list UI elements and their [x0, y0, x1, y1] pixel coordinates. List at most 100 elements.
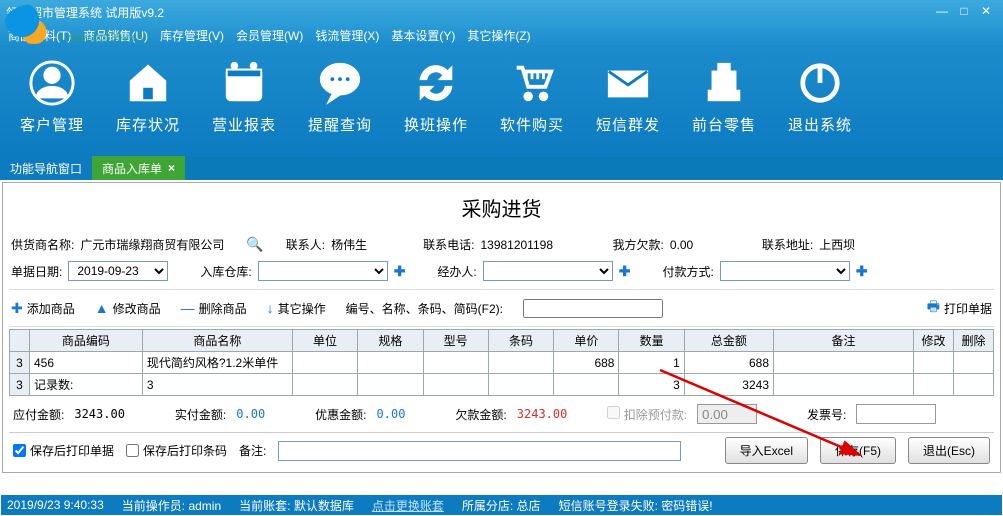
binoculars-icon[interactable]: 🔍: [246, 236, 263, 253]
status-branch: 所属分店: 总店: [462, 497, 541, 514]
owe-value: 3243.00: [517, 407, 568, 421]
invoice-input[interactable]: [856, 404, 936, 424]
user-icon: [27, 58, 77, 108]
remark-label: 备注:: [239, 442, 266, 459]
menubar: 商品资料(T) 商品销售(U) 库存管理(V) 会员管理(W) 钱流管理(X) …: [0, 24, 1003, 46]
menu-member[interactable]: 会员管理(W): [236, 27, 303, 44]
maximize-button[interactable]: □: [953, 4, 975, 20]
col-model[interactable]: 型号: [423, 330, 488, 352]
window-title: 领智超市管理系统 试用版v9.2: [6, 4, 931, 21]
menu-settings[interactable]: 基本设置(Y): [391, 27, 455, 44]
import-excel-button[interactable]: 导入Excel: [725, 437, 808, 464]
triangle-up-icon: ▲: [95, 300, 109, 316]
prepay-checkbox[interactable]: 扣除预付款:: [607, 406, 687, 423]
toolbar-exit[interactable]: 退出系统: [776, 58, 864, 148]
disc-label: 优惠金额:: [315, 406, 366, 423]
addr-value: 上西坝: [819, 236, 855, 253]
toolbar-stock[interactable]: 库存状况: [104, 58, 192, 148]
close-tab-icon[interactable]: ×: [168, 161, 175, 175]
paid-value[interactable]: 0.00: [236, 407, 265, 421]
col-qty[interactable]: 数量: [619, 330, 684, 352]
date-label: 单据日期:: [11, 263, 62, 280]
edit-product-button[interactable]: ▲修改商品: [95, 300, 161, 317]
col-price[interactable]: 单价: [554, 330, 619, 352]
minimize-button[interactable]: —: [931, 4, 953, 20]
col-remark[interactable]: 备注: [774, 330, 914, 352]
close-button[interactable]: ✕: [975, 4, 997, 20]
titlebar: 领智超市管理系统 试用版v9.2 — □ ✕: [0, 0, 1003, 24]
print-bill-button[interactable]: 🖶打印单据: [927, 296, 992, 320]
del-product-button[interactable]: —删除商品: [181, 300, 247, 317]
toolbar-report[interactable]: 营业报表: [200, 58, 288, 148]
toolbar-buy[interactable]: 软件购买: [488, 58, 576, 148]
footer-row: 保存后打印单据 保存后打印条码 备注: 导入Excel 保存(F5) 退出(Es…: [9, 432, 994, 468]
search-input[interactable]: [523, 299, 663, 318]
owe-label: 欠款金额:: [455, 406, 506, 423]
cb-print-barcode[interactable]: 保存后打印条码: [126, 442, 227, 459]
tab-inbound[interactable]: 商品入库单×: [92, 156, 185, 180]
col-amt[interactable]: 总金额: [684, 330, 773, 352]
calendar-icon: [219, 58, 269, 108]
toolbar-remind[interactable]: 提醒查询: [296, 58, 384, 148]
table-row[interactable]: 3 456 现代简约风格?1.2米单件 688 1 688: [10, 352, 994, 374]
exit-button[interactable]: 退出(Esc): [908, 437, 990, 464]
remark-input[interactable]: [278, 441, 680, 461]
supplier-label: 供货商名称:: [11, 236, 74, 253]
house-icon: [123, 58, 173, 108]
col-barcode[interactable]: 条码: [488, 330, 553, 352]
contact-label: 联系人:: [286, 236, 325, 253]
search-label: 编号、名称、条码、简码(F2):: [346, 300, 503, 317]
payway-select[interactable]: [720, 261, 850, 281]
col-unit[interactable]: 单位: [292, 330, 357, 352]
toolbar-pos[interactable]: 前台零售: [680, 58, 768, 148]
save-button[interactable]: 保存(F5): [820, 437, 896, 464]
arrow-down-icon: ↓: [267, 300, 274, 316]
tab-bar: 功能导航窗口 商品入库单×: [0, 156, 1003, 180]
contact-value: 杨伟生: [331, 236, 391, 253]
toolbar-customer[interactable]: 客户管理: [8, 58, 96, 148]
invoice-label: 发票号:: [807, 406, 846, 423]
amounts-row: 应付金额: 3243.00 实付金额: 0.00 优惠金额: 0.00 欠款金额…: [9, 396, 994, 432]
handler-add-icon[interactable]: ✚: [619, 263, 631, 280]
tab-nav[interactable]: 功能导航窗口: [0, 156, 92, 180]
due-value: 3243.00: [74, 407, 125, 421]
cart-icon: [507, 58, 557, 108]
status-operator: 当前操作员: admin: [122, 497, 221, 514]
chat-icon: [315, 58, 365, 108]
other-op-button[interactable]: ↓其它操作: [267, 300, 326, 317]
payway-add-icon[interactable]: ✚: [856, 263, 868, 280]
disc-value[interactable]: 0.00: [377, 407, 406, 421]
phone-label: 联系电话:: [423, 236, 474, 253]
status-sms: 短信账号登录失败: 密码错误!: [559, 497, 713, 514]
toolbar-sms[interactable]: 短信群发: [584, 58, 672, 148]
menu-money[interactable]: 钱流管理(X): [315, 27, 379, 44]
col-name[interactable]: 商品名称: [142, 330, 292, 352]
wh-select[interactable]: [258, 261, 388, 281]
wh-label: 入库仓库:: [200, 263, 251, 280]
status-account: 当前账套: 默认数据库: [239, 497, 354, 514]
menu-sales[interactable]: 商品销售(U): [83, 27, 148, 44]
wh-add-icon[interactable]: ✚: [394, 263, 406, 280]
plus-icon: ✚: [11, 300, 23, 317]
cb-print-bill[interactable]: 保存后打印单据: [13, 442, 114, 459]
switch-account-link[interactable]: 点击更换账套: [372, 497, 444, 514]
date-select[interactable]: 2019-09-23: [68, 261, 168, 281]
toolbar-shift[interactable]: 换班操作: [392, 58, 480, 148]
col-spec[interactable]: 规格: [358, 330, 423, 352]
col-code[interactable]: 商品编码: [30, 330, 143, 352]
main-toolbar: www.pc0359.cn 客户管理 库存状况 营业报表 提醒查询 换班操作 软…: [0, 46, 1003, 156]
col-del[interactable]: 删除: [954, 330, 994, 352]
menu-other[interactable]: 其它操作(Z): [467, 27, 530, 44]
summary-row: 3 记录数: 3 3 3243: [10, 374, 994, 396]
menu-product[interactable]: 商品资料(T): [8, 27, 71, 44]
items-grid: 商品编码 商品名称 单位 规格 型号 条码 单价 数量 总金额 备注 修改 删除…: [9, 329, 994, 396]
mydebt-value: 0.00: [670, 238, 730, 252]
handler-label: 经办人:: [437, 263, 476, 280]
payway-label: 付款方式:: [663, 263, 714, 280]
printer-icon: 🖶: [927, 296, 940, 320]
col-edit[interactable]: 修改: [914, 330, 954, 352]
add-product-button[interactable]: ✚添加商品: [11, 300, 75, 317]
handler-select[interactable]: [483, 261, 613, 281]
menu-stock[interactable]: 库存管理(V): [160, 27, 224, 44]
prepay-input: [697, 404, 757, 424]
